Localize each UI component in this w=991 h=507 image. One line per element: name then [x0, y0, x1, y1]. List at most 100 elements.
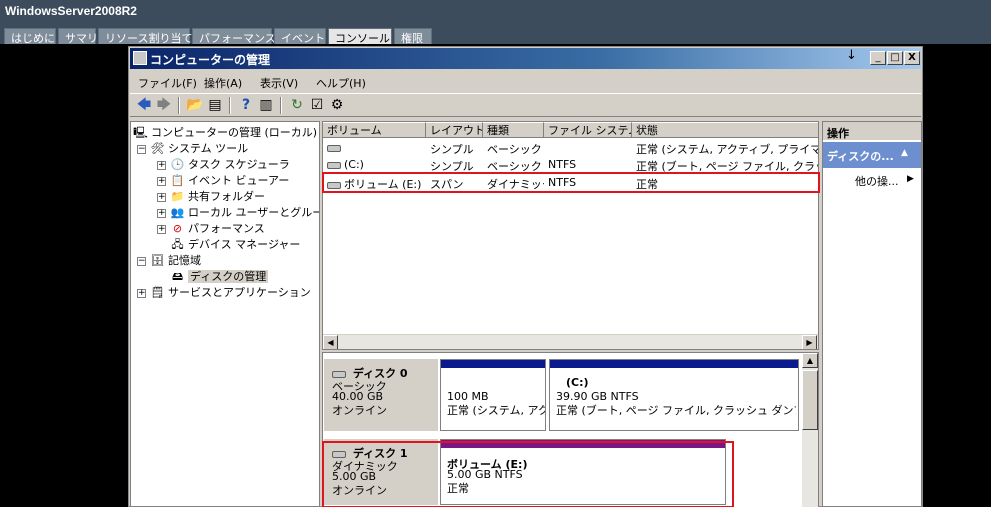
disk-0-label[interactable]: ディスク 0 ベーシック 40.00 GB オンライン — [324, 359, 438, 431]
host-tab-summary[interactable]: サマリ — [58, 28, 98, 45]
tree-node-system-tools[interactable]: − 🛠 システム ツール — [137, 141, 248, 157]
clock-icon: 🕒 — [170, 158, 185, 171]
storage-icon: 🗄 — [150, 254, 165, 267]
tree-node-local-users[interactable]: + 👥 ローカル ユーザーとグループ — [157, 205, 319, 221]
tree-node-event-viewer[interactable]: + 📋 イベント ビューアー — [157, 173, 289, 189]
minimize-button[interactable]: _ — [870, 51, 886, 65]
help-icon[interactable]: ? — [237, 97, 255, 114]
settings-icon[interactable]: ⚙ — [328, 97, 346, 114]
show-hide-action-pane-icon[interactable]: ▥ — [257, 97, 275, 114]
partition-status: 正常 — [447, 482, 469, 495]
toolbar-separator — [280, 97, 282, 114]
disk-icon — [327, 161, 341, 169]
users-icon: 👥 — [170, 206, 185, 219]
menu-help[interactable]: ヘルプ(H) — [316, 75, 366, 91]
partition-bar — [441, 360, 545, 368]
volume-list-header: ボリューム レイアウト 種類 ファイル システム 状態 — [323, 122, 818, 138]
collapse-icon[interactable]: − — [137, 144, 146, 154]
computer-management-icon — [133, 51, 147, 65]
host-tab-getting-started[interactable]: はじめに — [4, 28, 56, 45]
shared-folder-icon: 📁 — [170, 190, 185, 203]
host-tab-resource-allocation[interactable]: リソース割り当て — [98, 28, 192, 45]
expand-icon[interactable]: + — [157, 160, 166, 170]
tree-node-services-apps[interactable]: + 🗒 サービスとアプリケーション — [137, 285, 311, 301]
submenu-arrow-icon: ▶ — [907, 174, 914, 184]
disk-0-partition-system[interactable]: 100 MB 正常 (システム, アクティブ, プライマリ パーティション) — [440, 359, 546, 431]
table-row[interactable]: (C:) シンプル ベーシック NTFS 正常 (ブート, ページ ファイル, … — [323, 157, 818, 174]
show-hide-tree-icon[interactable]: ▤ — [206, 97, 224, 114]
services-icon: 🗒 — [150, 286, 165, 299]
up-folder-icon[interactable]: 📂 — [186, 97, 204, 114]
tree-node-disk-management[interactable]: 🖴 ディスクの管理 — [170, 269, 269, 285]
column-header-file-system[interactable]: ファイル システム — [544, 122, 632, 138]
scrollbar-thumb[interactable] — [802, 370, 818, 430]
tree-node-device-manager[interactable]: 🖧 デバイス マネージャー — [170, 237, 300, 253]
host-tab-permissions[interactable]: 権限 — [394, 28, 432, 45]
forward-arrow-icon[interactable]: 🡆 — [155, 97, 173, 114]
table-row[interactable]: シンプル ベーシック 正常 (システム, アクティブ, プライマリ パーティショ… — [323, 140, 818, 157]
column-header-type[interactable]: 種類 — [483, 122, 544, 138]
volume-file-system: NTFS — [548, 176, 577, 189]
mouse-cursor-icon: ↓ — [846, 48, 857, 63]
column-header-volume[interactable]: ボリューム — [323, 122, 426, 138]
host-tab-bar: はじめに サマリ リソース割り当て パフォーマンス イベント コンソール 権限 — [0, 26, 991, 45]
host-tab-performance[interactable]: パフォーマンス — [192, 28, 276, 45]
volume-file-system: NTFS — [548, 158, 577, 171]
volume-type: ダイナミック — [487, 178, 544, 191]
collapse-up-icon[interactable]: ▲ — [901, 148, 908, 158]
expand-icon[interactable]: + — [157, 224, 166, 234]
tree-node-shared-folders[interactable]: + 📁 共有フォルダー — [157, 189, 265, 205]
maximize-button[interactable]: □ — [887, 51, 903, 65]
toolbar-separator — [229, 97, 231, 114]
scroll-up-icon[interactable]: ▲ — [802, 353, 818, 368]
actions-section-disk-management[interactable]: ディスクの... ▲ — [823, 142, 921, 168]
tree-node-computer-management[interactable]: 🖳 コンピューターの管理 (ローカル) — [133, 125, 317, 141]
expand-icon[interactable]: + — [137, 288, 146, 298]
window-titlebar[interactable]: コンピューターの管理 ↓ _ □ X — [130, 48, 921, 69]
refresh-icon[interactable]: ↻ — [288, 97, 306, 114]
horizontal-scrollbar[interactable]: ◀ ▶ — [323, 334, 818, 349]
column-header-status[interactable]: 状態 — [632, 122, 818, 138]
column-header-layout[interactable]: レイアウト — [426, 122, 483, 138]
toolbar: 🡄 🡆 📂 ▤ ? ▥ ↻ ☑ ⚙ — [130, 93, 921, 117]
disk-graphical-view: ディスク 0 ベーシック 40.00 GB オンライン 100 MB 正常 (シ… — [322, 352, 819, 507]
disk-1-label[interactable]: ディスク 1 ダイナミック 5.00 GB オンライン — [324, 439, 438, 505]
volume-status: 正常 (システム, アクティブ, プライマリ パーティション) — [636, 143, 818, 156]
actions-header: 操作 — [823, 122, 921, 140]
disk-1-status: オンライン — [332, 484, 387, 497]
host-title: WindowsServer2008R2 — [5, 4, 137, 18]
expand-icon[interactable]: + — [157, 192, 166, 202]
tree-node-storage[interactable]: − 🗄 記憶域 — [137, 253, 201, 269]
volume-status: 正常 — [636, 178, 658, 191]
host-tab-console[interactable]: コンソール — [328, 28, 392, 45]
vertical-scrollbar[interactable]: ▲ — [802, 353, 818, 507]
volume-name: (C:) — [327, 158, 426, 171]
disk-0-partition-c[interactable]: (C:) 39.90 GB NTFS 正常 (ブート, ページ ファイル, クラ… — [549, 359, 799, 431]
disk-0-status: オンライン — [332, 404, 387, 417]
menu-bar: ファイル(F) 操作(A) 表示(V) ヘルプ(H) — [130, 71, 921, 91]
table-row[interactable]: ボリューム (E:) スパン ダイナミック NTFS 正常 — [323, 175, 818, 192]
menu-view[interactable]: 表示(V) — [260, 75, 298, 91]
volume-list: ボリューム レイアウト 種類 ファイル システム 状態 シンプル ベーシック 正… — [322, 121, 819, 350]
scroll-right-icon[interactable]: ▶ — [802, 335, 817, 349]
more-actions-link[interactable]: 他の操... ▶ — [855, 173, 914, 189]
window-title: コンピューターの管理 — [150, 53, 271, 67]
performance-icon: ⊘ — [172, 222, 183, 235]
tree-node-performance[interactable]: + ⊘ パフォーマンス — [157, 221, 265, 237]
back-arrow-icon[interactable]: 🡄 — [135, 97, 153, 114]
computer-management-icon: 🖳 — [133, 126, 148, 139]
properties-icon[interactable]: ☑ — [308, 97, 326, 114]
expand-icon[interactable]: + — [157, 176, 166, 186]
menu-file[interactable]: ファイル(F) — [138, 75, 197, 91]
host-tab-events[interactable]: イベント — [274, 28, 326, 45]
close-button[interactable]: X — [904, 51, 920, 65]
event-viewer-icon: 📋 — [170, 174, 185, 187]
disk-icon — [327, 144, 341, 152]
disk-1-volume-e[interactable]: ボリューム (E:) 5.00 GB NTFS 正常 — [440, 439, 726, 505]
collapse-icon[interactable]: − — [137, 256, 146, 266]
expand-icon[interactable]: + — [157, 208, 166, 218]
scroll-left-icon[interactable]: ◀ — [323, 335, 338, 349]
host-header: WindowsServer2008R2 — [0, 0, 991, 26]
menu-action[interactable]: 操作(A) — [204, 75, 242, 91]
tree-node-task-scheduler[interactable]: + 🕒 タスク スケジューラ — [157, 157, 290, 173]
